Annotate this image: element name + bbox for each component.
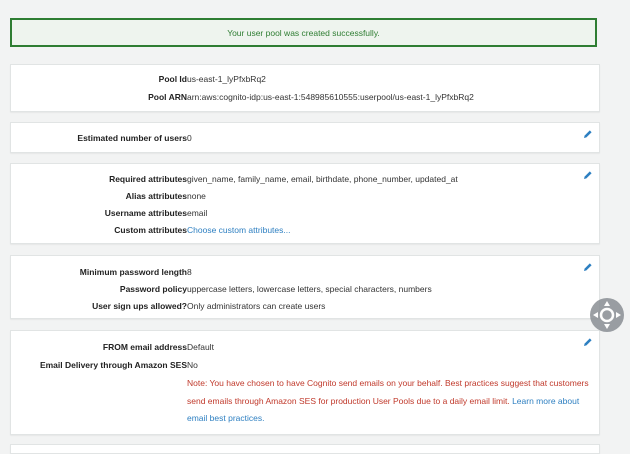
user-signups-value: Only administrators can create users [187,301,326,311]
pencil-icon[interactable] [583,337,593,347]
navigation-arrows-icon [593,301,621,329]
ses-note: Note: You have chosen to have Cognito se… [187,375,592,428]
username-attributes-label: Username attributes [104,208,187,218]
pencil-icon[interactable] [583,262,593,272]
password-policy-value: uppercase letters, lowercase letters, sp… [187,284,432,294]
ses-delivery-label: Email Delivery through Amazon SES [39,360,187,370]
success-message: Your user pool was created successfully. [227,27,380,38]
from-email-value: Default [187,342,214,352]
pool-id-value: us-east-1_lyPfxbRq2 [187,74,266,84]
users-card: Estimated number of users 0 [10,122,600,153]
from-email-label: FROM email address [102,342,187,352]
pool-info-card: Pool Id us-east-1_lyPfxbRq2 Pool ARN arn… [10,64,600,112]
email-card: FROM email address Default Email Deliver… [10,330,600,435]
required-attributes-label: Required attributes [109,174,187,184]
pencil-icon[interactable] [583,170,593,180]
required-attributes-value: given_name, family_name, email, birthdat… [187,174,458,184]
min-password-length-label: Minimum password length [79,267,187,277]
password-policy-label: Password policy [119,284,187,294]
user-signups-label: User sign ups allowed? [92,301,187,311]
next-card [10,444,600,454]
choose-custom-attributes-link[interactable]: Choose custom attributes... [187,223,290,237]
alias-attributes-value: none [187,191,206,201]
username-attributes-value: email [187,208,208,218]
pool-id-label: Pool Id [158,74,187,84]
alias-attributes-label: Alias attributes [125,191,187,201]
attributes-card: Required attributes given_name, family_n… [10,163,600,244]
pool-arn-value: arn:aws:cognito-idp:us-east-1:5489856105… [187,92,474,102]
password-card: Minimum password length 8 Password polic… [10,255,600,319]
pencil-icon[interactable] [583,129,593,139]
navigation-control-icon[interactable] [590,298,624,332]
pool-arn-label: Pool ARN [148,92,187,102]
success-banner: Your user pool was created successfully. [10,18,597,47]
min-password-length-value: 8 [187,267,192,277]
custom-attributes-label: Custom attributes [114,225,187,235]
users-label: Estimated number of users [77,133,187,143]
users-value: 0 [187,133,192,143]
ses-delivery-value: No [187,360,198,370]
